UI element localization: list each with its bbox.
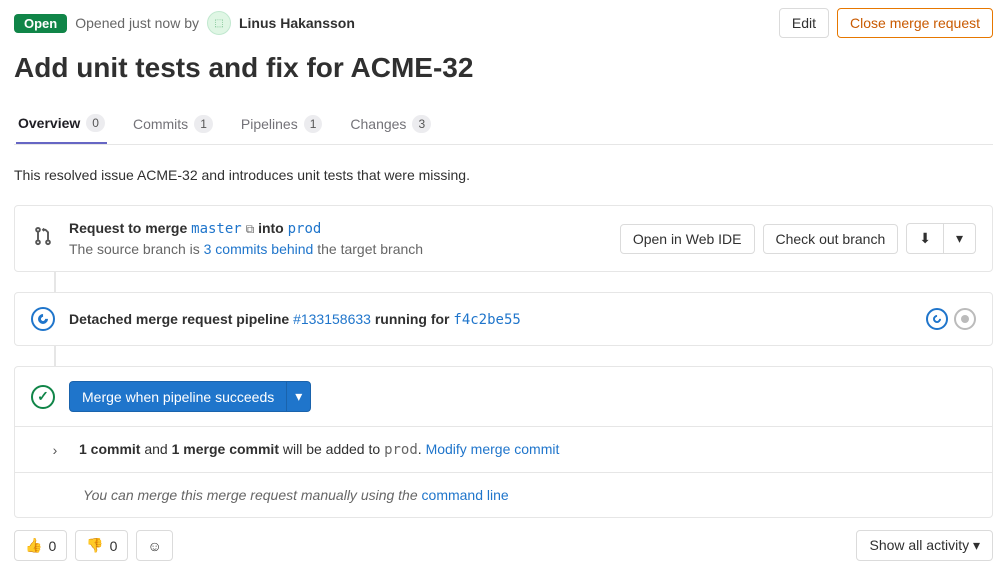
connector-line [54,346,56,366]
stage-running-icon[interactable] [926,308,948,330]
thumbs-down-icon: 👎 [86,537,103,554]
count-badge: 3 [412,115,431,133]
count-badge: 1 [194,115,213,133]
count-badge: 1 [304,115,323,133]
tab-changes[interactable]: Changes 3 [348,104,433,144]
chevron-down-icon: ▾ [295,388,302,404]
footer-row: 👍0 👎0 ☺ Show all activity ▾ [14,530,993,561]
edit-button[interactable]: Edit [779,8,829,38]
open-web-ide-button[interactable]: Open in Web IDE [620,224,755,254]
mr-header: Open Opened just now by ⬚ Linus Hakansso… [14,8,993,38]
connector-line [54,272,56,292]
avatar[interactable]: ⬚ [207,11,231,35]
status-badge: Open [14,14,67,33]
description: This resolved issue ACME-32 and introduc… [14,167,993,183]
merge-request-panel: Request to merge master ⧉ into prod The … [14,205,993,272]
tab-pipelines[interactable]: Pipelines 1 [239,104,325,144]
thumbs-down-button[interactable]: 👎0 [75,530,128,561]
download-dropdown[interactable]: ▾ [943,223,976,254]
checkout-branch-button[interactable]: Check out branch [763,224,899,254]
command-line-link[interactable]: command line [422,487,509,503]
stage-pending-icon[interactable] [954,308,976,330]
commit-sha-link[interactable]: f4c2be55 [453,312,520,328]
add-reaction-button[interactable]: ☺ [136,530,172,561]
expand-commits-toggle[interactable]: › [45,442,65,458]
page-title: Add unit tests and fix for ACME-32 [14,52,993,84]
tab-overview[interactable]: Overview 0 [16,104,107,144]
manual-merge-text: You can merge this merge request manuall… [83,487,509,503]
thumbs-up-button[interactable]: 👍0 [14,530,67,561]
merge-when-pipeline-succeeds-button[interactable]: Merge when pipeline succeeds [69,381,287,412]
tabs: Overview 0 Commits 1 Pipelines 1 Changes… [14,104,993,145]
pipeline-panel: Detached merge request pipeline #1331586… [14,292,993,346]
pipeline-text: Detached merge request pipeline #1331586… [69,311,521,328]
tab-commits[interactable]: Commits 1 [131,104,215,144]
count-badge: 0 [86,114,105,132]
pipeline-id-link[interactable]: #133158633 [293,311,371,327]
branch-diverge-text: The source branch is 3 commits behind th… [69,241,606,257]
request-merge-line: Request to merge master ⧉ into prod [69,220,606,237]
merge-request-icon [31,226,55,251]
chevron-down-icon: ▾ [956,230,963,246]
modify-merge-commit-link[interactable]: Modify merge commit [426,441,560,457]
target-branch-link[interactable]: prod [288,221,322,237]
download-button[interactable]: ⬇ [906,223,944,254]
ready-icon: ✓ [31,385,55,409]
commits-behind-link[interactable]: 3 commits behind [204,241,314,257]
source-branch-link[interactable]: master [191,221,242,237]
activity-filter-dropdown[interactable]: Show all activity ▾ [856,530,993,561]
merge-dropdown[interactable]: ▾ [286,381,311,412]
author-link[interactable]: Linus Hakansson [239,15,355,31]
merge-action-panel: ✓ Merge when pipeline succeeds ▾ › 1 com… [14,366,993,518]
copy-branch-icon[interactable]: ⧉ [246,222,255,236]
smiley-icon: ☺ [147,538,161,554]
download-icon: ⬇ [919,230,931,246]
close-mr-button[interactable]: Close merge request [837,8,993,38]
commit-summary: 1 commit and 1 merge commit will be adde… [79,441,559,458]
thumbs-up-icon: 👍 [25,537,42,554]
opened-text: Opened just now by [75,15,199,31]
pipeline-running-icon [31,307,55,331]
chevron-down-icon: ▾ [973,537,980,553]
